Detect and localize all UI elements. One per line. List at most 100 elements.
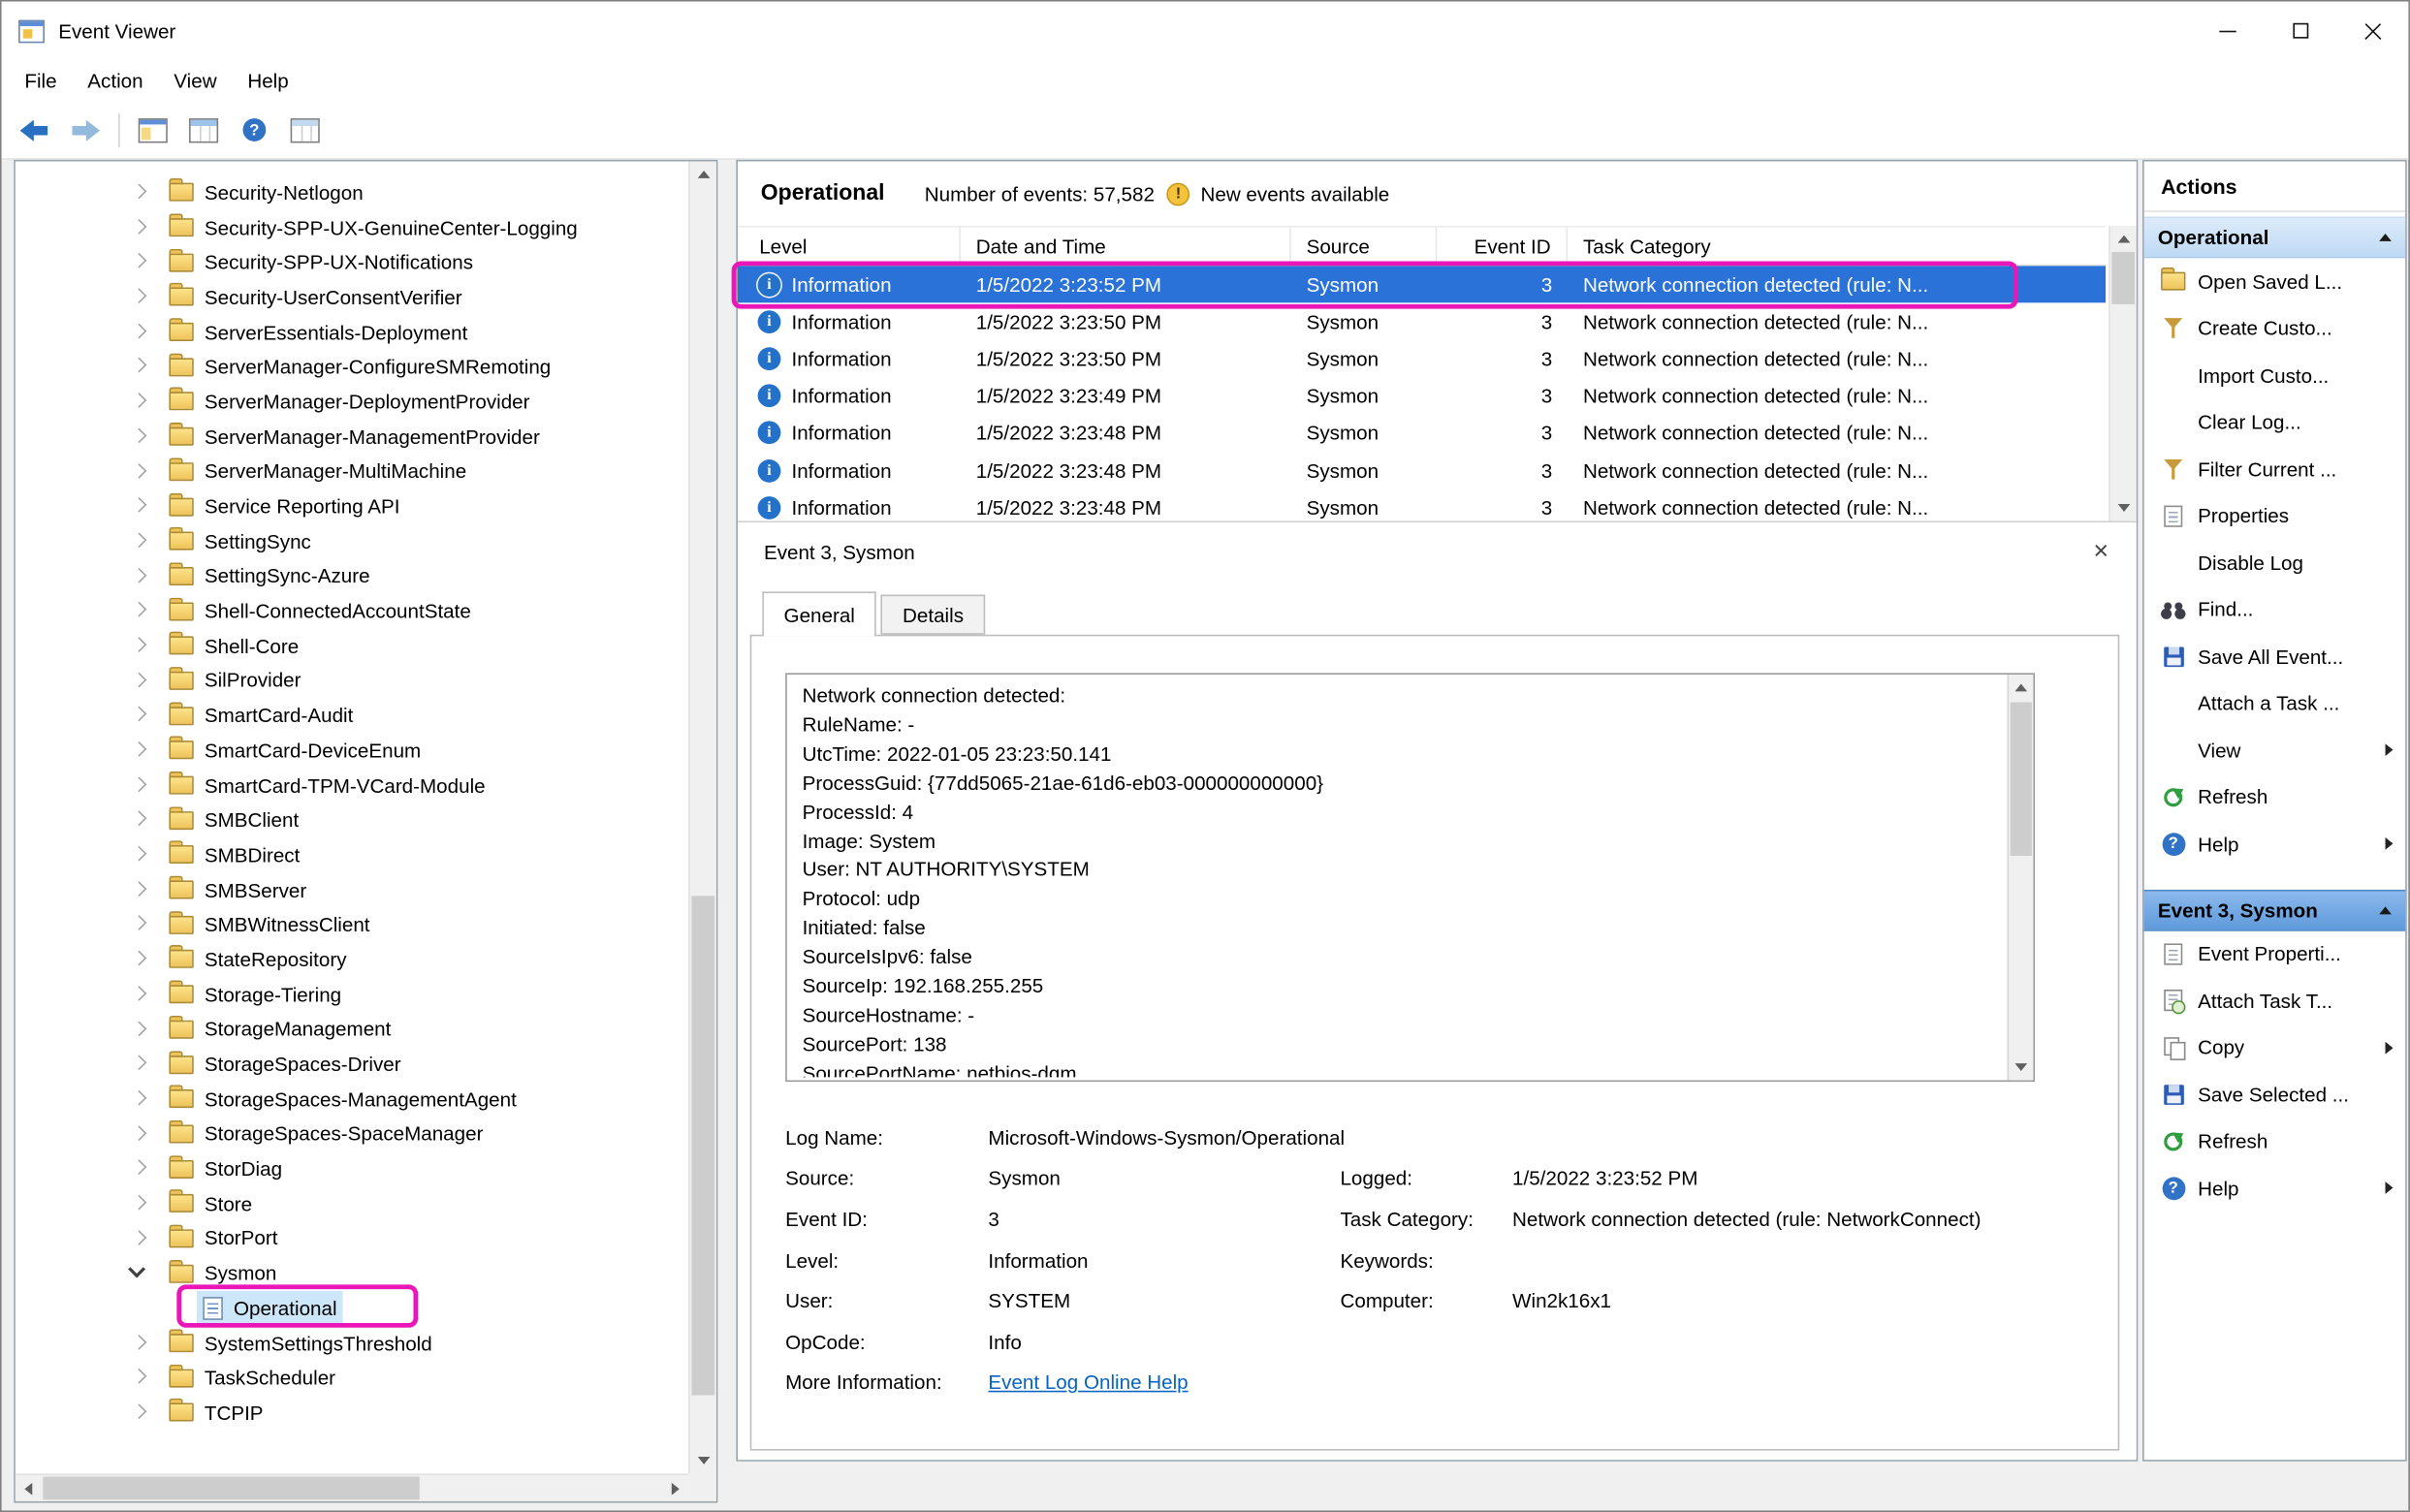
chevron-right-icon[interactable] <box>132 532 147 548</box>
column-header-level[interactable]: Level <box>738 228 961 265</box>
collapse-section-icon[interactable] <box>2379 234 2392 241</box>
tree-horizontal-scrollbar[interactable] <box>16 1473 688 1501</box>
chevron-right-icon[interactable] <box>132 1160 147 1176</box>
chevron-right-icon[interactable] <box>132 288 147 303</box>
tree-item-servermanager-configuresmremoting[interactable]: ServerManager-ConfigureSMRemoting <box>16 350 688 385</box>
tree-item-taskscheduler[interactable]: TaskScheduler <box>16 1361 688 1396</box>
event-row[interactable]: Information1/5/2022 3:23:48 PMSysmon3Net… <box>738 415 2106 452</box>
tree-item-security-spp-ux-notifications[interactable]: Security-SPP-UX-Notifications <box>16 245 688 280</box>
chevron-right-icon[interactable] <box>132 881 147 897</box>
tree-item-tcpip[interactable]: TCPIP <box>16 1396 688 1431</box>
event-row[interactable]: Information1/5/2022 3:23:48 PMSysmon3Net… <box>738 488 2106 520</box>
scroll-right-button[interactable] <box>662 1475 688 1501</box>
action-item-create-custo[interactable]: Create Custo... <box>2144 305 2406 352</box>
action-item-find[interactable]: Find... <box>2144 586 2406 633</box>
scroll-thumb[interactable] <box>2011 703 2032 857</box>
tree-item-settingsync[interactable]: SettingSync <box>16 523 688 558</box>
action-item-properties[interactable]: Properties <box>2144 492 2406 539</box>
chevron-right-icon[interactable] <box>132 1055 147 1071</box>
chevron-right-icon[interactable] <box>132 672 147 687</box>
chevron-right-icon[interactable] <box>132 462 147 478</box>
tab-details[interactable]: Details <box>881 595 985 635</box>
tree-item-staterepository[interactable]: StateRepository <box>16 942 688 977</box>
back-button[interactable] <box>11 109 58 151</box>
tree-item-security-userconsentverifier[interactable]: Security-UserConsentVerifier <box>16 280 688 315</box>
action-item-refresh[interactable]: Refresh <box>2144 1118 2406 1164</box>
menu-action[interactable]: Action <box>72 60 158 102</box>
chevron-right-icon[interactable] <box>132 811 147 827</box>
chevron-right-icon[interactable] <box>132 846 147 862</box>
tree-item-storagespaces-managementagent[interactable]: StorageSpaces-ManagementAgent <box>16 1082 688 1117</box>
action-item-attach-task-t[interactable]: Attach Task T... <box>2144 977 2406 1024</box>
chevron-right-icon[interactable] <box>132 1335 147 1350</box>
chevron-right-icon[interactable] <box>132 1230 147 1245</box>
action-item-save-all-event[interactable]: Save All Event... <box>2144 633 2406 679</box>
tree-item-smartcard-deviceenum[interactable]: SmartCard-DeviceEnum <box>16 733 688 768</box>
chevron-right-icon[interactable] <box>132 253 147 268</box>
forward-button[interactable] <box>61 109 109 151</box>
event-log-online-help-link[interactable]: Event Log Online Help <box>988 1371 2083 1395</box>
scroll-thumb[interactable] <box>43 1477 420 1500</box>
tree-item-storagespaces-spacemanager[interactable]: StorageSpaces-SpaceManager <box>16 1117 688 1151</box>
tree-item-storage-tiering[interactable]: Storage-Tiering <box>16 977 688 1012</box>
tree-item-smbserver[interactable]: SMBServer <box>16 872 688 907</box>
tree-item-operational[interactable]: Operational <box>16 1291 688 1326</box>
tree-item-storport[interactable]: StorPort <box>16 1221 688 1256</box>
tree-item-security-spp-ux-genuinecenter-logging[interactable]: Security-SPP-UX-GenuineCenter-Logging <box>16 210 688 245</box>
tree-vertical-scrollbar[interactable] <box>688 161 716 1473</box>
action-item-filter-current[interactable]: Filter Current ... <box>2144 446 2406 492</box>
action-item-open-saved-l[interactable]: Open Saved L... <box>2144 258 2406 304</box>
action-item-view[interactable]: View <box>2144 727 2406 773</box>
tree-item-settingsync-azure[interactable]: SettingSync-Azure <box>16 558 688 593</box>
column-header-task-category[interactable]: Task Category <box>1568 228 2106 265</box>
scroll-up-button[interactable] <box>2009 675 2033 701</box>
tree-item-serveressentials-deployment[interactable]: ServerEssentials-Deployment <box>16 315 688 350</box>
tree-item-smbwitnessclient[interactable]: SMBWitnessClient <box>16 907 688 942</box>
chevron-right-icon[interactable] <box>132 1125 147 1141</box>
collapse-section-icon[interactable] <box>2379 906 2392 914</box>
chevron-right-icon[interactable] <box>132 1403 147 1419</box>
chevron-right-icon[interactable] <box>132 602 147 617</box>
scroll-thumb[interactable] <box>691 897 714 1395</box>
chevron-right-icon[interactable] <box>132 1195 147 1211</box>
tree-item-sysmon[interactable]: Sysmon <box>16 1256 688 1291</box>
event-row[interactable]: Information1/5/2022 3:23:50 PMSysmon3Net… <box>738 340 2106 377</box>
tree-item-smartcard-audit[interactable]: SmartCard-Audit <box>16 698 688 733</box>
chevron-right-icon[interactable] <box>132 323 147 338</box>
scroll-up-button[interactable] <box>690 161 716 187</box>
console-tree-toggle-button[interactable] <box>179 109 227 151</box>
scroll-left-button[interactable] <box>16 1475 42 1501</box>
scroll-up-button[interactable] <box>2110 226 2137 252</box>
tree-item-store[interactable]: Store <box>16 1186 688 1221</box>
menu-help[interactable]: Help <box>232 60 303 102</box>
event-row[interactable]: Information1/5/2022 3:23:52 PMSysmon3Net… <box>738 266 2106 302</box>
chevron-right-icon[interactable] <box>132 358 147 373</box>
action-item-refresh[interactable]: Refresh <box>2144 773 2406 820</box>
close-preview-button[interactable] <box>2084 535 2118 569</box>
tree-item-smbdirect[interactable]: SMBDirect <box>16 837 688 872</box>
tab-general[interactable]: General <box>762 591 876 636</box>
action-item-copy[interactable]: Copy <box>2144 1024 2406 1071</box>
action-item-attach-a-task[interactable]: Attach a Task ... <box>2144 680 2406 727</box>
chevron-right-icon[interactable] <box>132 637 147 652</box>
close-button[interactable] <box>2336 2 2409 60</box>
tree-item-smartcard-tpm-vcard-module[interactable]: SmartCard-TPM-VCard-Module <box>16 768 688 803</box>
column-header-date-and-time[interactable]: Date and Time <box>961 228 1291 265</box>
chevron-right-icon[interactable] <box>132 741 147 757</box>
event-row[interactable]: Information1/5/2022 3:23:50 PMSysmon3Net… <box>738 303 2106 340</box>
list-vertical-scrollbar[interactable] <box>2109 226 2137 520</box>
chevron-right-icon[interactable] <box>132 567 147 583</box>
action-item-import-custo[interactable]: Import Custo... <box>2144 352 2406 398</box>
tree-item-shell-core[interactable]: Shell-Core <box>16 628 688 663</box>
action-item-save-selected[interactable]: Save Selected ... <box>2144 1071 2406 1118</box>
chevron-right-icon[interactable] <box>132 1369 147 1384</box>
export-list-button[interactable] <box>129 109 176 151</box>
chevron-right-icon[interactable] <box>132 916 147 931</box>
event-row[interactable]: Information1/5/2022 3:23:48 PMSysmon3Net… <box>738 452 2106 488</box>
action-item-help[interactable]: Help <box>2144 1165 2406 1212</box>
chevron-right-icon[interactable] <box>132 986 147 1001</box>
column-header-source[interactable]: Source <box>1291 228 1438 265</box>
action-item-help[interactable]: Help <box>2144 821 2406 867</box>
tree-item-stordiag[interactable]: StorDiag <box>16 1151 688 1186</box>
chevron-right-icon[interactable] <box>132 393 147 408</box>
